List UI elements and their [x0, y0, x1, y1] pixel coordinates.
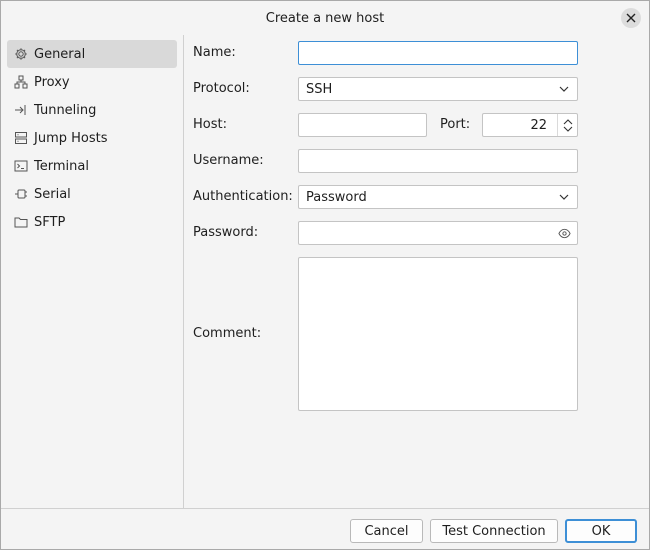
sidebar-item-label: Jump Hosts: [34, 130, 108, 146]
username-label: Username:: [193, 153, 264, 168]
sidebar-item-sftp[interactable]: SFTP: [7, 208, 177, 236]
sidebar-item-proxy[interactable]: Proxy: [7, 68, 177, 96]
dialog-window: Create a new host General Proxy Tunnelin…: [0, 0, 650, 550]
server-icon: [14, 131, 28, 145]
sidebar-item-tunneling[interactable]: Tunneling: [7, 96, 177, 124]
sidebar-item-label: Proxy: [34, 74, 70, 90]
tunnel-icon: [14, 103, 28, 117]
cancel-button[interactable]: Cancel: [350, 519, 423, 543]
name-label: Name:: [193, 45, 236, 60]
close-button[interactable]: [621, 8, 641, 28]
password-label: Password:: [193, 225, 259, 240]
plug-icon: [14, 187, 28, 201]
port-stepper[interactable]: [557, 114, 577, 136]
sidebar-item-label: SFTP: [34, 214, 66, 230]
port-label: Port:: [440, 117, 471, 132]
chevron-down-icon: [558, 83, 570, 95]
sidebar-item-general[interactable]: General: [7, 40, 177, 68]
title-bar: Create a new host: [1, 1, 649, 35]
terminal-icon: [14, 159, 28, 173]
host-label: Host:: [193, 117, 227, 132]
protocol-select[interactable]: SSH: [298, 77, 578, 101]
port-value: 22: [530, 117, 547, 133]
chevron-down-icon[interactable]: [563, 126, 573, 133]
sidebar: General Proxy Tunneling Jump Hosts Termi…: [1, 35, 184, 508]
eye-icon[interactable]: [558, 227, 571, 240]
authentication-select[interactable]: Password: [298, 185, 578, 209]
port-spinbox[interactable]: 22: [482, 113, 578, 137]
authentication-label: Authentication:: [193, 189, 293, 204]
sidebar-item-jump-hosts[interactable]: Jump Hosts: [7, 124, 177, 152]
comment-textarea[interactable]: [298, 257, 578, 411]
name-input[interactable]: [298, 41, 578, 65]
comment-label: Comment:: [193, 326, 262, 341]
host-input[interactable]: [298, 113, 427, 137]
sidebar-item-label: Tunneling: [34, 102, 97, 118]
username-input[interactable]: [298, 149, 578, 173]
authentication-value: Password: [306, 189, 367, 205]
sidebar-item-label: Serial: [34, 186, 71, 202]
protocol-value: SSH: [306, 81, 333, 97]
chevron-down-icon: [558, 191, 570, 203]
chevron-up-icon[interactable]: [563, 118, 573, 125]
protocol-label: Protocol:: [193, 81, 250, 96]
ok-button[interactable]: OK: [565, 519, 637, 543]
password-input[interactable]: [298, 221, 578, 245]
window-title: Create a new host: [265, 10, 385, 26]
sidebar-item-terminal[interactable]: Terminal: [7, 152, 177, 180]
test-connection-button[interactable]: Test Connection: [430, 519, 558, 543]
gear-icon: [14, 47, 28, 61]
folder-icon: [14, 215, 28, 229]
sidebar-item-label: General: [34, 46, 86, 62]
dialog-footer: Cancel Test Connection OK: [1, 508, 649, 549]
sidebar-item-serial[interactable]: Serial: [7, 180, 177, 208]
sidebar-item-label: Terminal: [34, 158, 89, 174]
proxy-icon: [14, 75, 28, 89]
close-icon: [626, 13, 636, 23]
general-settings-panel: Name: Protocol: SSH Host: Port: 22 Usern…: [185, 35, 649, 508]
